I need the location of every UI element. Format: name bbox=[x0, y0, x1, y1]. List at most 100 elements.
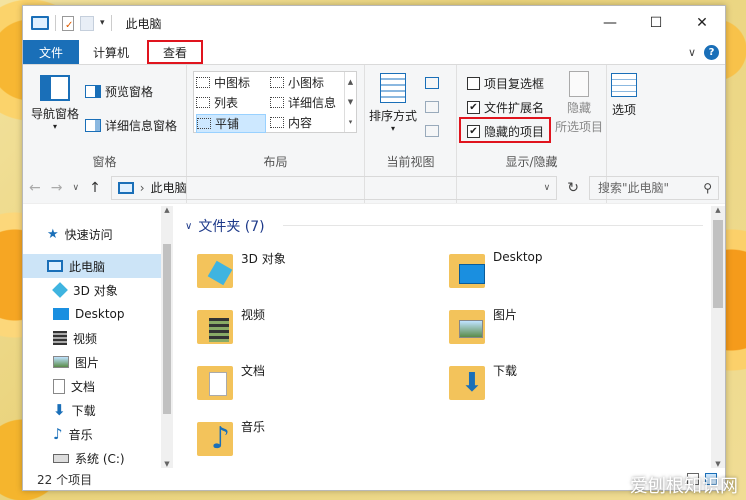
scroll-up-icon[interactable]: ▲ bbox=[161, 206, 173, 214]
folder-icon bbox=[197, 250, 233, 290]
nav-downloads[interactable]: ⬇ 下载 bbox=[23, 398, 173, 422]
title-bar: ✓ ▾ 此电脑 — ☐ ✕ bbox=[23, 6, 725, 40]
nav-label: 文档 bbox=[71, 379, 96, 394]
group-by-icon[interactable] bbox=[425, 77, 439, 89]
computer-icon[interactable] bbox=[31, 16, 49, 30]
size-columns-icon[interactable] bbox=[425, 125, 439, 137]
nav-pictures[interactable]: 图片 bbox=[23, 350, 173, 374]
folder-icon: ♪ bbox=[197, 418, 233, 458]
close-button[interactable]: ✕ bbox=[679, 6, 725, 40]
sort-icon bbox=[380, 73, 406, 103]
folder-downloads[interactable]: ⬇ 下载 bbox=[449, 362, 517, 402]
folder-label: Desktop bbox=[493, 250, 543, 264]
refresh-icon[interactable]: ↻ bbox=[567, 180, 579, 196]
nav-scrollbar[interactable]: ▲ ▼ bbox=[161, 206, 173, 468]
nav-documents[interactable]: 文档 bbox=[23, 374, 173, 398]
options-button[interactable]: 选项 bbox=[611, 73, 637, 118]
drive-icon bbox=[53, 453, 69, 463]
folder-3d-objects[interactable]: 3D 对象 bbox=[197, 250, 286, 290]
picture-icon bbox=[53, 356, 69, 368]
new-folder-icon[interactable] bbox=[80, 15, 94, 31]
chevron-down-icon: ▾ bbox=[53, 122, 58, 131]
scroll-thumb[interactable] bbox=[163, 244, 171, 414]
folder-pictures[interactable]: 图片 bbox=[449, 306, 517, 346]
address-dropdown-icon[interactable]: ∨ bbox=[544, 183, 557, 193]
cube-icon bbox=[52, 282, 68, 298]
details-pane-icon bbox=[85, 119, 101, 132]
music-note-icon: ♪ bbox=[53, 425, 63, 443]
item-checkboxes-label: 项目复选框 bbox=[484, 77, 545, 91]
layout-tiles[interactable]: 平铺 bbox=[196, 114, 267, 133]
recent-locations-icon[interactable]: ∨ bbox=[72, 183, 79, 193]
nav-music[interactable]: ♪ 音乐 bbox=[23, 422, 173, 446]
item-checkboxes-toggle[interactable]: 项目复选框 bbox=[467, 75, 544, 92]
folder-desktop[interactable]: Desktop bbox=[449, 250, 543, 290]
tab-computer[interactable]: 计算机 bbox=[79, 40, 143, 64]
preview-pane-icon bbox=[85, 85, 101, 98]
folder-music[interactable]: ♪ 音乐 bbox=[197, 418, 265, 458]
document-icon bbox=[53, 378, 65, 394]
folder-documents[interactable]: 文档 bbox=[197, 362, 265, 402]
properties-icon[interactable]: ✓ bbox=[62, 15, 74, 31]
explorer-window: ✓ ▾ 此电脑 — ☐ ✕ 文件 计算机 查看 ∨ ? 导航窗格 ▾ 预览窗格 … bbox=[22, 5, 726, 491]
collapse-ribbon-icon[interactable]: ∨ bbox=[688, 46, 696, 59]
breadcrumb-separator-icon: › bbox=[139, 180, 145, 195]
nav-this-pc[interactable]: 此电脑 bbox=[23, 254, 173, 278]
nav-label: 快速访问 bbox=[64, 227, 113, 242]
desktop-icon bbox=[53, 308, 69, 320]
file-extensions-label: 文件扩展名 bbox=[484, 101, 545, 115]
nav-3d-objects[interactable]: 3D 对象 bbox=[23, 278, 173, 302]
nav-label: Desktop bbox=[75, 307, 125, 321]
layout-details[interactable]: 详细信息 bbox=[270, 94, 336, 111]
folder-videos[interactable]: 视频 bbox=[197, 306, 265, 346]
folders-section-header[interactable]: ∨ 文件夹 (7) bbox=[185, 216, 703, 236]
group-label: 显示/隐藏 bbox=[505, 155, 558, 169]
group-label: 当前视图 bbox=[386, 155, 435, 169]
up-icon[interactable]: ↑ bbox=[89, 180, 101, 196]
scroll-down-icon[interactable]: ▼ bbox=[711, 460, 725, 468]
layout-content[interactable]: 内容 bbox=[270, 114, 312, 131]
options-icon bbox=[611, 73, 637, 97]
scroll-down-icon[interactable]: ▼ bbox=[161, 460, 173, 468]
nav-videos[interactable]: 视频 bbox=[23, 326, 173, 350]
nav-quick-access[interactable]: ★ 快速访问 bbox=[23, 222, 173, 246]
maximize-button[interactable]: ☐ bbox=[633, 6, 679, 40]
minimize-button[interactable]: — bbox=[587, 6, 633, 40]
quick-access-toolbar: ✓ ▾ bbox=[31, 15, 112, 31]
hide-selected-button[interactable]: 隐藏 所选项目 bbox=[555, 71, 603, 135]
nav-label: 下载 bbox=[71, 403, 96, 418]
scroll-thumb[interactable] bbox=[713, 220, 723, 308]
tab-file[interactable]: 文件 bbox=[23, 40, 79, 64]
divider bbox=[55, 15, 56, 31]
file-extensions-toggle[interactable]: ✔ 文件扩展名 bbox=[467, 99, 544, 116]
main-scrollbar[interactable]: ▲ ▼ bbox=[711, 206, 725, 468]
layout-gallery: 中图标 小图标 列表 详细信息 平铺 内容 ▲ ▼ ▾ bbox=[193, 71, 357, 133]
layout-list[interactable]: 列表 bbox=[196, 94, 238, 111]
search-placeholder: 搜索"此电脑" bbox=[598, 181, 670, 195]
sort-by-button[interactable]: 排序方式 ▾ bbox=[369, 73, 417, 133]
layout-small-icons[interactable]: 小图标 bbox=[270, 74, 324, 91]
file-list: ∨ 文件夹 (7) 3D 对象 Desktop 视频 图片 文档 ⬇ 下载 ♪ … bbox=[173, 206, 725, 468]
layout-medium-icons[interactable]: 中图标 bbox=[196, 74, 250, 91]
nav-system-c[interactable]: 系统 (C:) bbox=[23, 446, 173, 470]
address-bar[interactable]: › 此电脑 ∨ bbox=[110, 175, 558, 200]
gallery-scroll[interactable]: ▲ ▼ ▾ bbox=[344, 72, 356, 132]
back-icon[interactable]: ← bbox=[29, 180, 41, 196]
tab-view[interactable]: 查看 bbox=[147, 40, 204, 64]
help-icon[interactable]: ? bbox=[704, 44, 719, 60]
forward-icon[interactable]: → bbox=[51, 180, 63, 196]
details-pane-button[interactable]: 详细信息窗格 bbox=[85, 117, 177, 134]
scroll-up-icon[interactable]: ▲ bbox=[711, 206, 725, 214]
preview-pane-button[interactable]: 预览窗格 bbox=[85, 83, 153, 100]
qa-dropdown-icon[interactable]: ▾ bbox=[100, 18, 105, 28]
group-label: 窗格 bbox=[92, 155, 117, 169]
ribbon-tabs: 文件 计算机 查看 ∨ ? bbox=[23, 40, 725, 64]
highlight-box bbox=[459, 117, 551, 143]
nav-pane-label: 导航窗格 bbox=[31, 107, 80, 121]
nav-desktop[interactable]: Desktop bbox=[23, 302, 173, 326]
add-columns-icon[interactable] bbox=[425, 101, 439, 113]
search-input[interactable]: 搜索"此电脑" ⚲ bbox=[589, 175, 719, 200]
search-icon: ⚲ bbox=[703, 180, 712, 195]
nav-pane-button[interactable]: 导航窗格 ▾ bbox=[31, 75, 79, 131]
chevron-down-icon: ▾ bbox=[391, 124, 396, 133]
